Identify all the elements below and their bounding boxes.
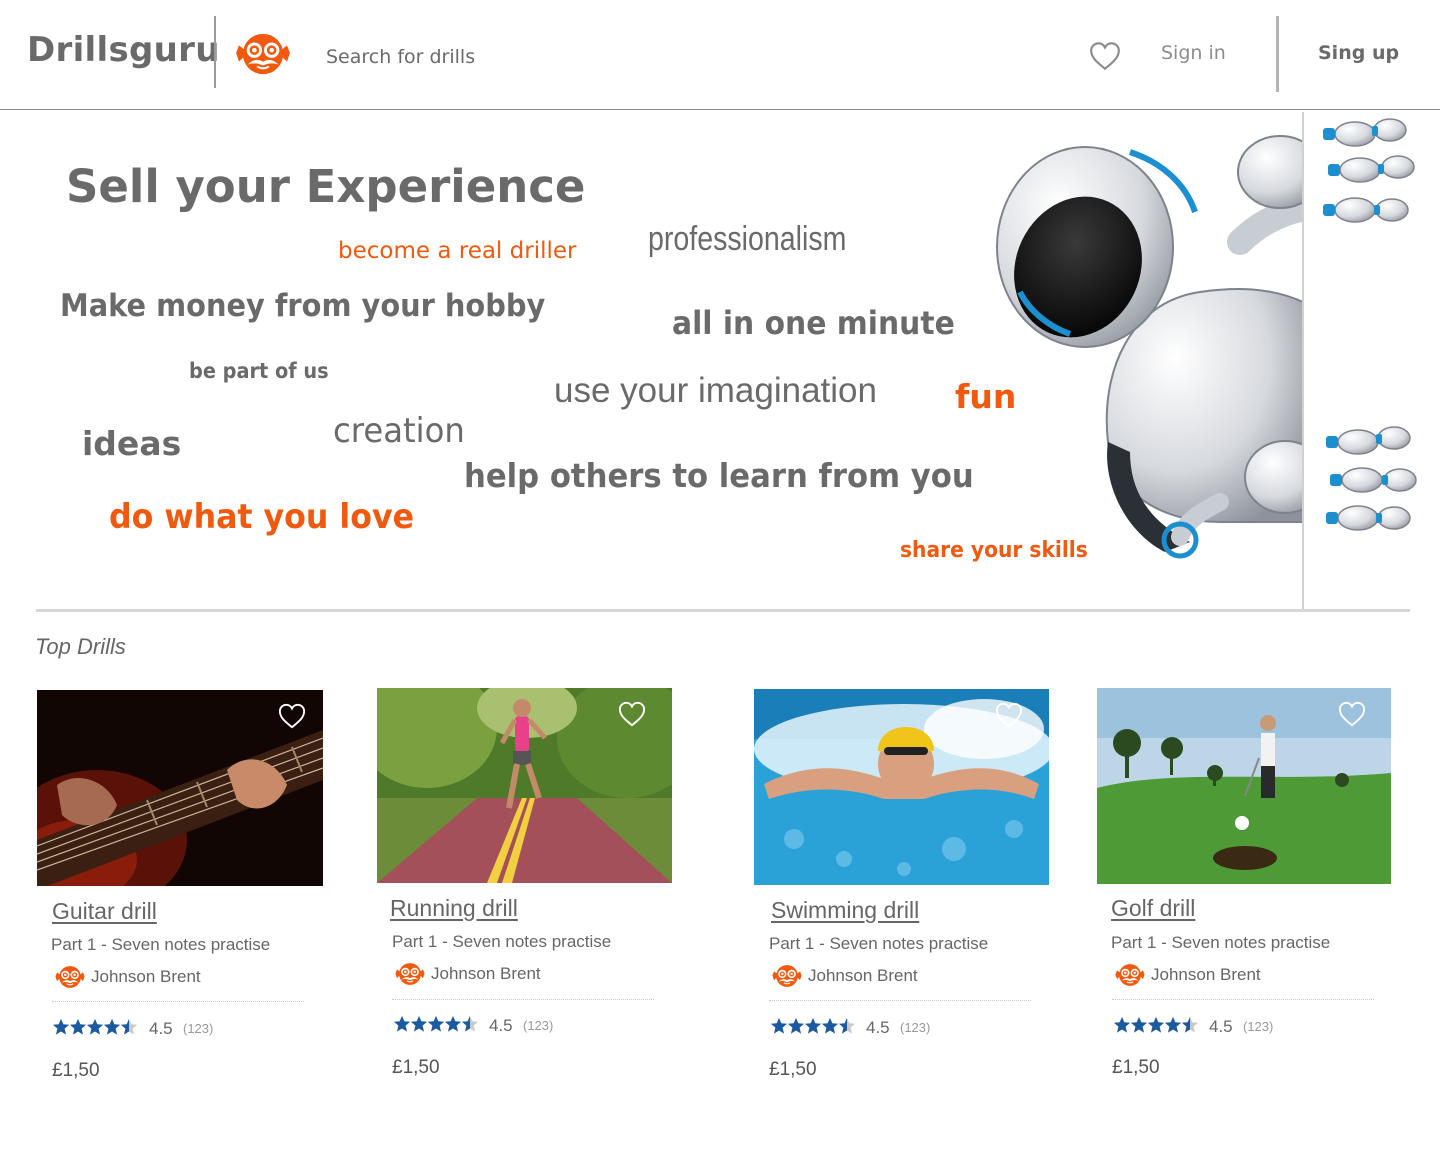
drill-subtitle: Part 1 - Seven notes practise <box>769 934 989 953</box>
rating-value: 4.5 <box>149 1019 173 1038</box>
rating-value: 4.5 <box>1209 1017 1233 1036</box>
rating-count: (123) <box>523 1018 554 1033</box>
brand-logo-text[interactable]: Drillsguru <box>27 30 220 70</box>
favorites-heart-icon[interactable] <box>1088 40 1122 72</box>
drill-title-link[interactable]: Swimming drill <box>771 897 919 924</box>
rating-value: 4.5 <box>866 1018 890 1037</box>
rating-stars <box>1113 1016 1199 1033</box>
author-name[interactable]: Johnson Brent <box>91 967 201 987</box>
site-header: Drillsguru Sign in Sing up <box>0 0 1440 110</box>
tag-help-others: help others to learn from you <box>464 456 974 495</box>
rating-value: 4.5 <box>489 1016 513 1035</box>
hero-divider <box>36 609 1410 612</box>
sign-up-link[interactable]: Sing up <box>1318 42 1399 64</box>
tag-do-what-you-love: do what you love <box>109 497 415 537</box>
drill-title-link[interactable]: Guitar drill <box>52 898 157 925</box>
author-avatar-icon <box>769 963 805 989</box>
drill-subtitle: Part 1 - Seven notes practise <box>1111 933 1331 952</box>
tag-professionalism: professionalism <box>648 220 847 258</box>
tag-become-driller: become a real driller <box>338 238 577 264</box>
drill-price: £1,50 <box>392 1057 440 1078</box>
drill-price: £1,50 <box>769 1059 817 1080</box>
rating-stars <box>393 1015 479 1032</box>
card-divider <box>769 1000 1031 1001</box>
drill-subtitle: Part 1 - Seven notes practise <box>51 935 271 954</box>
sign-in-link[interactable]: Sign in <box>1161 42 1226 64</box>
author-avatar-icon <box>1112 962 1148 988</box>
rating-count: (123) <box>183 1021 214 1036</box>
header-divider <box>214 16 216 88</box>
author-name[interactable]: Johnson Brent <box>1151 965 1261 985</box>
search-input[interactable] <box>326 40 746 74</box>
tag-creation: creation <box>333 411 465 451</box>
rating-stars <box>770 1017 856 1034</box>
hero-title: Sell your Experience <box>66 160 586 213</box>
tag-imagination: use your imagination <box>554 371 877 410</box>
drill-title-link[interactable]: Running drill <box>390 895 518 922</box>
card-divider <box>392 999 654 1000</box>
tag-one-minute: all in one minute <box>672 304 955 342</box>
favorite-heart-icon[interactable] <box>994 701 1024 729</box>
robot-peeking-illustration <box>996 112 1430 610</box>
tag-make-money: Make money from your hobby <box>60 288 546 324</box>
top-drills-heading: Top Drills <box>35 634 126 659</box>
rating-stars <box>52 1018 138 1035</box>
drill-price: £1,50 <box>1112 1057 1160 1078</box>
author-name[interactable]: Johnson Brent <box>808 966 918 986</box>
favorite-heart-icon[interactable] <box>617 700 647 728</box>
header-divider-right <box>1276 16 1279 92</box>
drill-title-link[interactable]: Golf drill <box>1111 895 1195 922</box>
favorite-heart-icon[interactable] <box>1337 700 1367 728</box>
tag-ideas: ideas <box>82 424 182 463</box>
drill-price: £1,50 <box>52 1060 100 1081</box>
mascot-logo-icon[interactable] <box>234 30 292 78</box>
rating-count: (123) <box>1243 1019 1274 1034</box>
rating-count: (123) <box>900 1020 931 1035</box>
author-avatar-icon <box>52 964 88 990</box>
card-divider <box>52 1001 304 1002</box>
tag-be-part: be part of us <box>189 359 329 383</box>
drill-subtitle: Part 1 - Seven notes practise <box>392 932 612 951</box>
author-name[interactable]: Johnson Brent <box>431 964 541 984</box>
card-divider <box>1112 999 1374 1000</box>
favorite-heart-icon[interactable] <box>277 702 307 730</box>
author-avatar-icon <box>392 961 428 987</box>
